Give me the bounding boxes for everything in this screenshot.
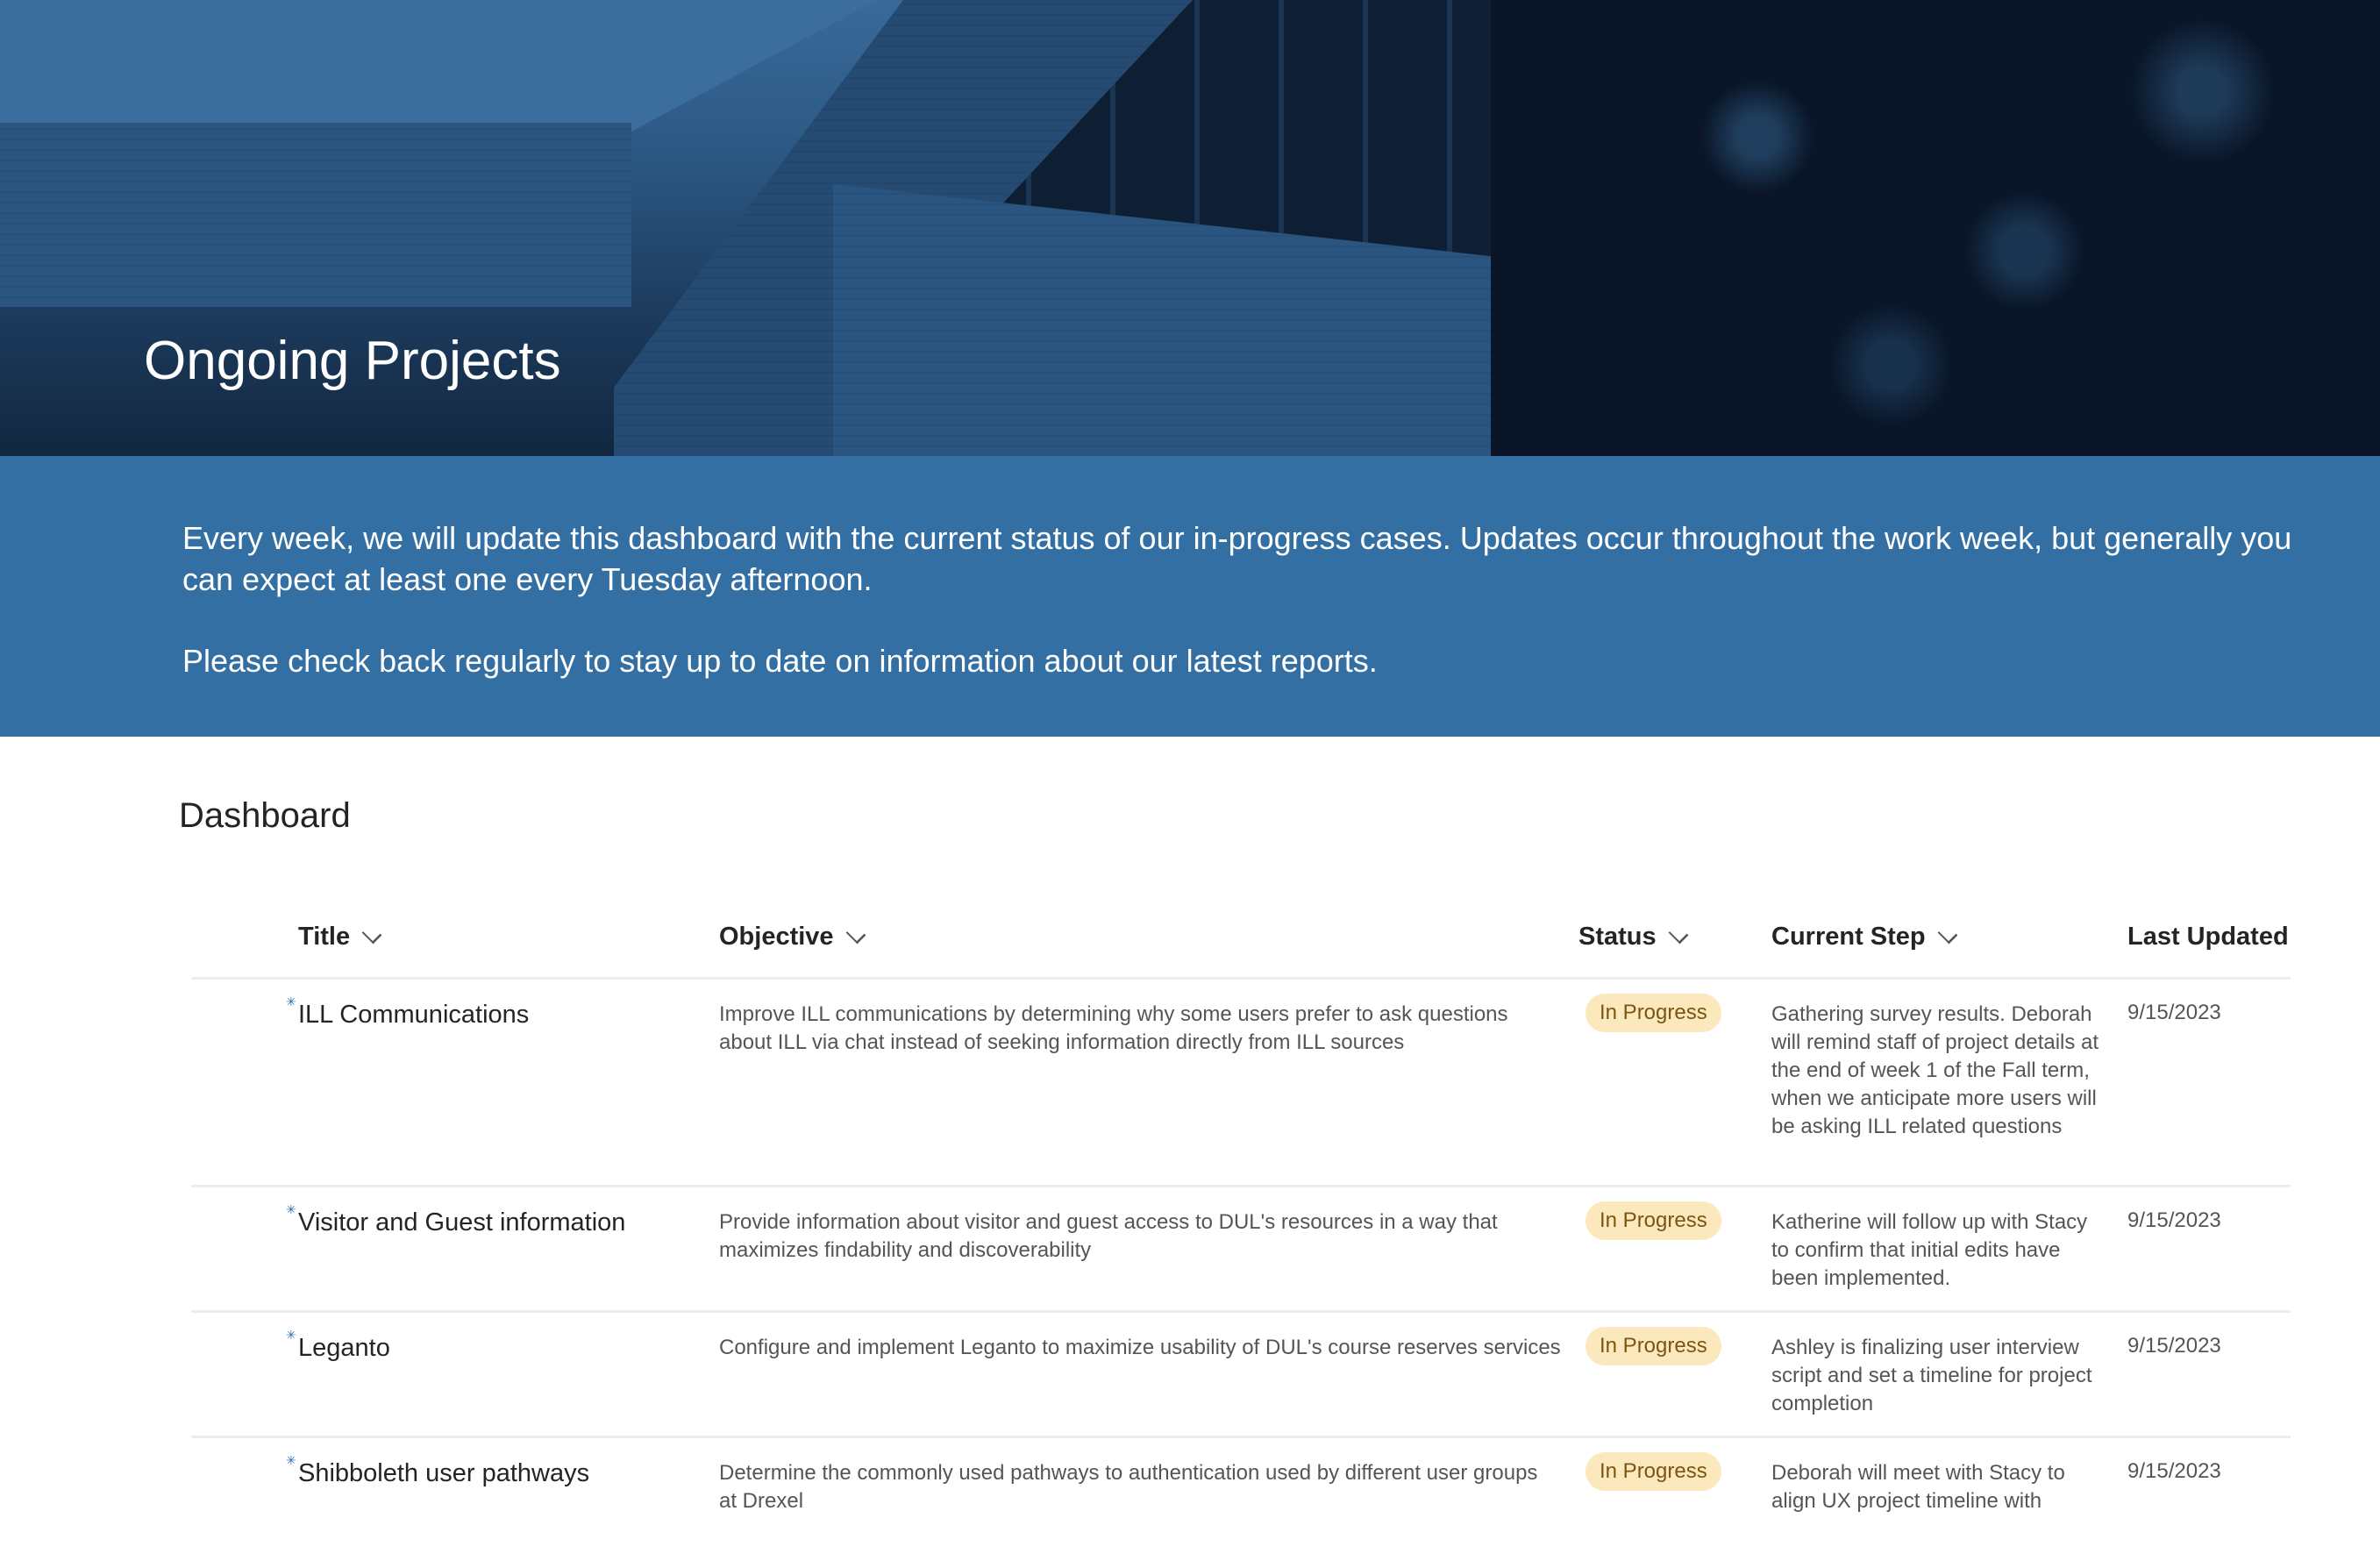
hero-banner: Ongoing Projects [0, 0, 2380, 456]
column-label: Status [1578, 923, 1657, 951]
table-header: Title Objective Status Current Step Last… [191, 903, 2291, 980]
row-objective: Determine the commonly used pathways to … [719, 1461, 1538, 1513]
column-label: Last Updated [2127, 923, 2289, 951]
status-badge: In Progress [1585, 1201, 1721, 1240]
column-label: Objective [719, 923, 834, 951]
row-title-text: Shibboleth user pathways [298, 1459, 590, 1487]
new-item-sparkle-icon: ✳ [286, 1453, 296, 1467]
new-item-sparkle-icon: ✳ [286, 994, 296, 1009]
intro-paragraph: Please check back regularly to stay up t… [182, 643, 1378, 679]
new-item-sparkle-icon: ✳ [286, 1328, 296, 1342]
row-objective: Provide information about visitor and gu… [719, 1210, 1498, 1262]
hero-image-wall [0, 123, 631, 307]
dashboard-table: Title Objective Status Current Step Last… [191, 903, 2291, 1561]
table-row[interactable]: ✳ ILL Communications Improve ILL communic… [191, 980, 2291, 1187]
column-header-title[interactable]: Title [298, 923, 382, 952]
status-badge: In Progress [1585, 1452, 1721, 1491]
table-row[interactable]: ✳ Shibboleth user pathways Determine the … [191, 1438, 2291, 1561]
table-row[interactable]: ✳ Visitor and Guest information Provide i… [191, 1187, 2291, 1313]
row-title-text: Visitor and Guest information [298, 1208, 626, 1237]
row-title[interactable]: ✳ Shibboleth user pathways [286, 1454, 590, 1488]
chevron-down-icon [1668, 923, 1689, 944]
row-title[interactable]: ✳ Visitor and Guest information [286, 1203, 626, 1237]
dashboard-title: Dashboard [179, 796, 351, 835]
hero-image-trees [1491, 0, 2380, 456]
table-row[interactable]: ✳ Leganto Configure and implement Leganto… [191, 1313, 2291, 1438]
row-objective: Configure and implement Leganto to maxim… [719, 1336, 1561, 1359]
row-title-text: ILL Communications [298, 1001, 530, 1029]
row-current-step: Gathering survey results. Deborah will r… [1771, 1002, 2099, 1138]
status-badge: In Progress [1585, 994, 1721, 1032]
row-current-step: Katherine will follow up with Stacy to c… [1771, 1210, 2088, 1290]
row-last-updated: 9/15/2023 [2127, 1001, 2221, 1024]
chevron-down-icon [845, 923, 866, 944]
row-objective: Improve ILL communications by determinin… [719, 1002, 1508, 1054]
intro-paragraph: Every week, we will update this dashboar… [182, 520, 2292, 597]
hero-image-roof [0, 0, 877, 132]
chevron-down-icon [1937, 923, 1958, 944]
column-header-last-updated[interactable]: Last Updated [2127, 923, 2289, 952]
row-title[interactable]: ✳ ILL Communications [286, 995, 530, 1030]
intro-band: Every week, we will update this dashboar… [0, 456, 2380, 737]
column-header-objective[interactable]: Objective [719, 923, 866, 952]
column-header-current-step[interactable]: Current Step [1771, 923, 1958, 952]
status-badge: In Progress [1585, 1327, 1721, 1365]
chevron-down-icon [361, 923, 382, 944]
row-current-step: Ashley is finalizing user interview scri… [1771, 1336, 2092, 1415]
column-label: Title [298, 923, 351, 951]
new-item-sparkle-icon: ✳ [286, 1202, 296, 1216]
page-title: Ongoing Projects [144, 331, 561, 391]
row-last-updated: 9/15/2023 [2127, 1208, 2221, 1232]
row-current-step: Deborah will meet with Stacy to align UX… [1771, 1461, 2065, 1513]
row-last-updated: 9/15/2023 [2127, 1459, 2221, 1483]
column-header-status[interactable]: Status [1578, 923, 1689, 952]
row-last-updated: 9/15/2023 [2127, 1334, 2221, 1358]
row-title-text: Leganto [298, 1334, 390, 1362]
column-label: Current Step [1771, 923, 1926, 951]
row-title[interactable]: ✳ Leganto [286, 1329, 390, 1363]
